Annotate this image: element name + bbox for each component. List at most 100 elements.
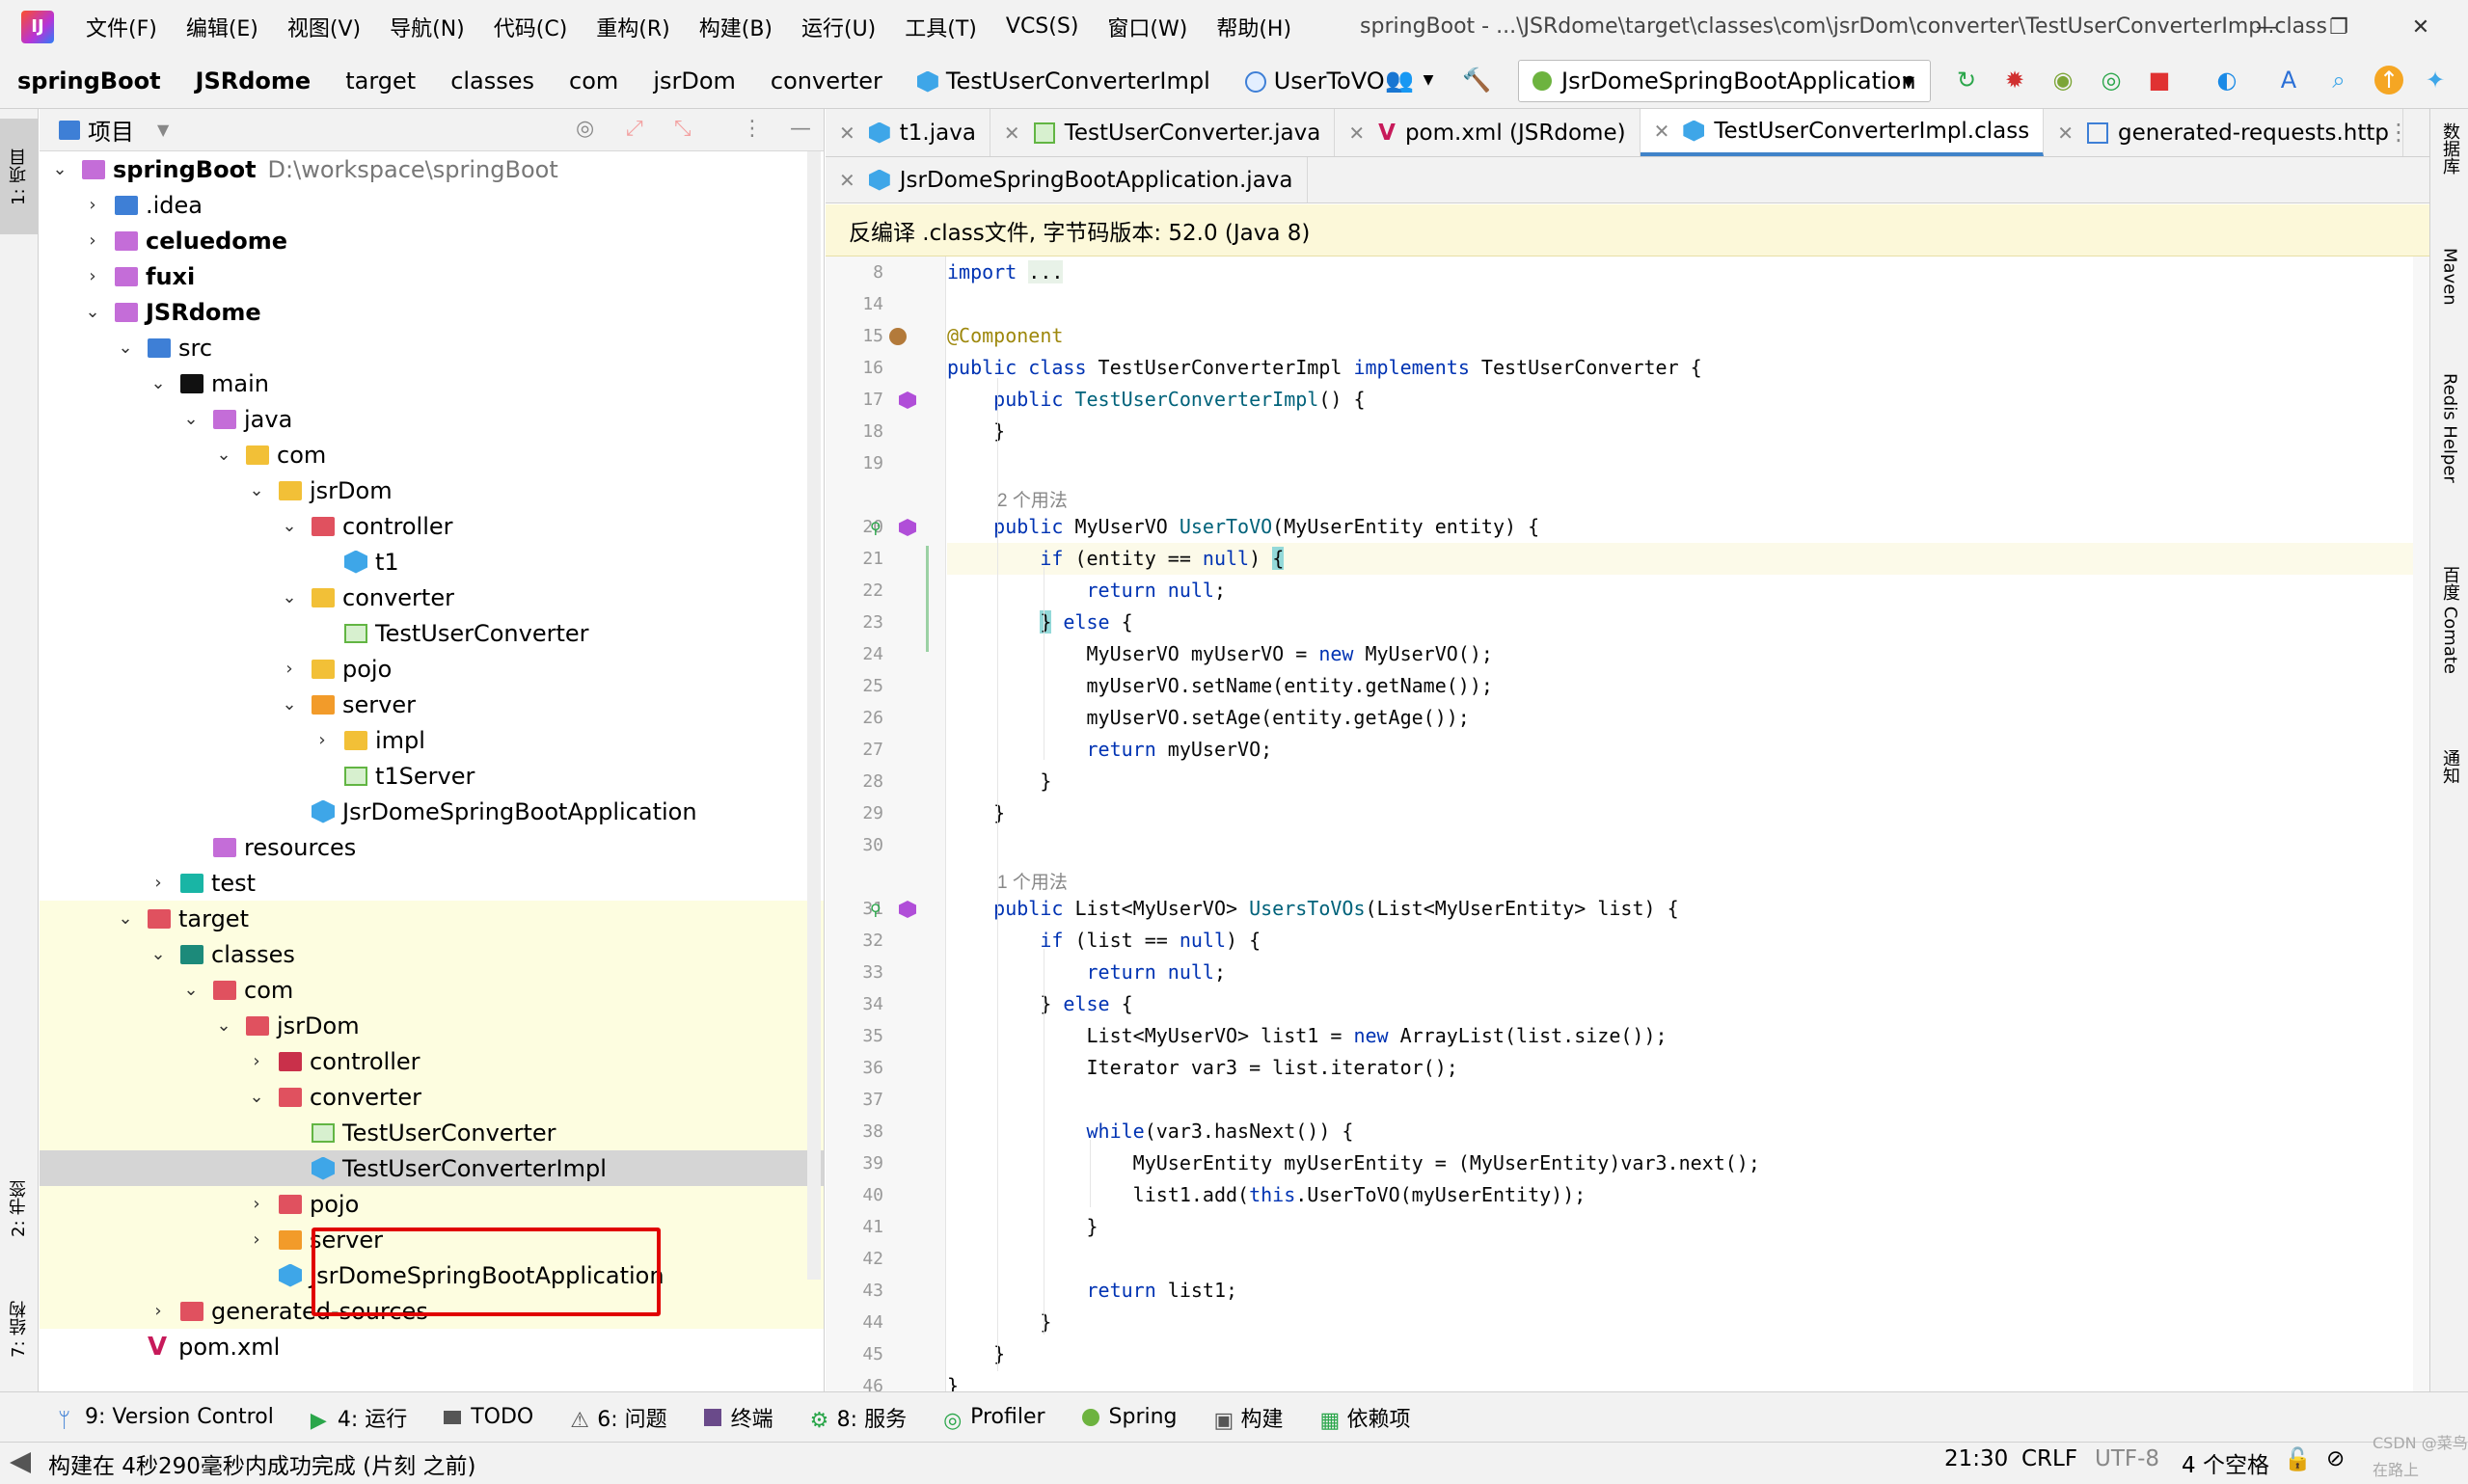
tree-row[interactable]: ⌄ converter (40, 580, 824, 615)
chevron-down-icon[interactable]: ⌄ (148, 373, 169, 393)
project-title[interactable]: 项目 (88, 113, 134, 147)
translate-icon[interactable]: A (2274, 66, 2303, 94)
tree-row[interactable]: ⌄ com (40, 972, 824, 1008)
crumb-jsrdom[interactable]: jsrDom (636, 67, 753, 94)
usages-hint[interactable]: 1 个用法 (997, 868, 2429, 894)
tree-row[interactable]: ⌄ com (40, 437, 824, 472)
tree-row[interactable]: ⌄ JSRdome (40, 294, 824, 330)
collapse-all-icon[interactable]: ⤡ (674, 117, 692, 141)
crumb-usertovo[interactable]: UserToVO (1228, 67, 1402, 94)
notifications-tool-tab[interactable]: 通知 (2430, 745, 2468, 823)
close-tab-icon[interactable]: ✕ (2057, 121, 2074, 145)
menu-window[interactable]: 窗口(W) (1093, 12, 1202, 42)
tab-pom-xml[interactable]: ✕ Vpom.xml (JSRdome) (1335, 109, 1641, 156)
chevron-right-icon[interactable]: › (246, 1051, 267, 1071)
status-toggle-icon[interactable] (10, 1452, 31, 1473)
locate-icon[interactable]: ◎ (576, 117, 594, 141)
chevron-down-icon[interactable]: ⌄ (213, 1015, 234, 1036)
tool-build[interactable]: ▣ 构建 (1214, 1402, 1284, 1433)
rerun-icon[interactable]: ↻ (1952, 66, 1981, 94)
crumb-classes[interactable]: classes (433, 67, 552, 94)
update-icon[interactable]: ↑ (2374, 66, 2403, 94)
tool-problems[interactable]: ⚠ 6: 问题 (570, 1402, 666, 1433)
coverage-icon[interactable]: ◉ (2048, 66, 2077, 94)
chevron-right-icon[interactable]: › (82, 230, 103, 251)
chevron-down-icon[interactable]: ⌄ (148, 944, 169, 964)
crumb-jsrdome[interactable]: JSRdome (178, 67, 329, 94)
file-encoding[interactable]: UTF-8 (2095, 1446, 2159, 1471)
structure-tool-tab[interactable]: 7: 结构 (0, 1276, 39, 1382)
redis-helper-tool-tab[interactable]: Redis Helper (2430, 369, 2468, 543)
tool-todo[interactable]: TODO (444, 1405, 533, 1429)
minimize-icon[interactable]: — (2237, 8, 2295, 46)
tree-row[interactable]: Vpom.xml (40, 1329, 824, 1364)
tree-row-selected[interactable]: TestUserConverterImpl (40, 1150, 824, 1186)
mapping-icon[interactable]: ⚲ (870, 519, 887, 537)
tree-row[interactable]: › .idea (40, 187, 824, 223)
tree-row[interactable]: TestUserConverter (40, 615, 824, 651)
tree-row[interactable]: ⌄ springBoot D:\workspace\springBoot (40, 151, 824, 187)
tab-options-icon[interactable]: ⋮ (2387, 119, 2410, 146)
menu-run[interactable]: 运行(U) (787, 12, 890, 42)
tree-row[interactable]: › celuedome (40, 223, 824, 258)
chevron-down-icon[interactable]: ▼ (157, 121, 169, 139)
menu-code[interactable]: 代码(C) (479, 12, 583, 42)
menu-refactor[interactable]: 重构(R) (582, 12, 684, 42)
chevron-down-icon[interactable]: ⌄ (213, 445, 234, 465)
bean-icon[interactable] (889, 328, 907, 345)
implementation-icon[interactable] (899, 901, 916, 918)
close-tab-icon[interactable]: ✕ (839, 121, 855, 145)
run-config-select[interactable]: JsrDomeSpringBootApplication ▼ (1518, 60, 1931, 102)
chevron-right-icon[interactable]: › (312, 730, 333, 750)
chevron-down-icon[interactable]: ⌄ (180, 409, 202, 429)
editor-scrollbar[interactable] (2413, 256, 2429, 1391)
chevron-right-icon[interactable]: › (148, 1301, 169, 1321)
tree-row[interactable]: ⌄ jsrDom (40, 1008, 824, 1043)
menu-vcs[interactable]: VCS(S) (991, 14, 1094, 39)
chevron-down-icon[interactable]: ▼ (1414, 66, 1443, 94)
usages-hint[interactable]: 2 个用法 (997, 486, 2429, 512)
chevron-down-icon[interactable]: ⌄ (115, 337, 136, 358)
database-tool-tab[interactable]: 数据库 (2430, 119, 2468, 225)
status-message[interactable]: 构建在 4秒290毫秒内成功完成 (片刻 之前) (48, 1447, 475, 1480)
menu-help[interactable]: 帮助(H) (1202, 12, 1306, 42)
caret-position[interactable]: 21:30 (1944, 1446, 2008, 1471)
indent-setting[interactable]: 4 个空格 (2182, 1446, 2269, 1479)
tree-row[interactable]: › test (40, 865, 824, 901)
crumb-target[interactable]: target (328, 67, 433, 94)
search-icon[interactable]: ⌕ (2324, 66, 2353, 94)
scrollbar[interactable] (807, 151, 821, 1280)
tree-row[interactable]: ⌄ src (40, 330, 824, 365)
menu-navigate[interactable]: 导航(N) (375, 12, 479, 42)
chevron-right-icon[interactable]: › (246, 1194, 267, 1214)
tree-row[interactable]: ⌄ java (40, 401, 824, 437)
hammer-icon[interactable]: 🔨 (1462, 66, 1491, 94)
code-editor[interactable]: import ... @Component public class TestU… (947, 256, 2429, 1391)
comate-tool-tab[interactable]: 百度 Comate (2430, 562, 2468, 707)
mapping-icon[interactable]: ⚲ (870, 901, 887, 919)
maven-tool-tab[interactable]: Maven (2430, 244, 2468, 350)
tree-row[interactable]: JsrDomeSpringBootApplication (40, 794, 824, 829)
tool-run[interactable]: ▶ 4: 运行 (311, 1402, 407, 1433)
close-tab-icon[interactable]: ✕ (1004, 121, 1020, 145)
restore-icon[interactable]: ❐ (2310, 8, 2368, 46)
close-tab-icon[interactable]: ✕ (1348, 121, 1365, 145)
chevron-down-icon[interactable]: ⌄ (279, 694, 300, 715)
menu-tools[interactable]: 工具(T) (890, 12, 991, 42)
tree-row[interactable]: ⌄ target (40, 901, 824, 936)
inspection-icon[interactable]: ⊘ (2326, 1446, 2345, 1471)
chevron-down-icon[interactable]: ⌄ (279, 516, 300, 536)
tool-terminal[interactable]: 终端 (703, 1402, 773, 1433)
crumb-testuserconverterimpl[interactable]: TestUserConverterImpl (900, 67, 1228, 94)
menu-edit[interactable]: 编辑(E) (172, 12, 273, 42)
tree-row[interactable]: ⌄ main (40, 365, 824, 401)
tool-dependencies[interactable]: ▦ 依赖项 (1320, 1402, 1411, 1433)
tree-row[interactable]: t1Server (40, 758, 824, 794)
tree-row[interactable]: › impl (40, 722, 824, 758)
chevron-down-icon[interactable]: ⌄ (82, 302, 103, 322)
close-tab-icon[interactable]: ✕ (839, 169, 855, 192)
expand-all-icon[interactable]: ⤢ (626, 117, 643, 141)
bookmarks-tool-tab[interactable]: 2: 书签 (0, 1150, 39, 1266)
tree-row[interactable]: ⌄ classes (40, 936, 824, 972)
chevron-down-icon[interactable]: ⌄ (115, 908, 136, 929)
